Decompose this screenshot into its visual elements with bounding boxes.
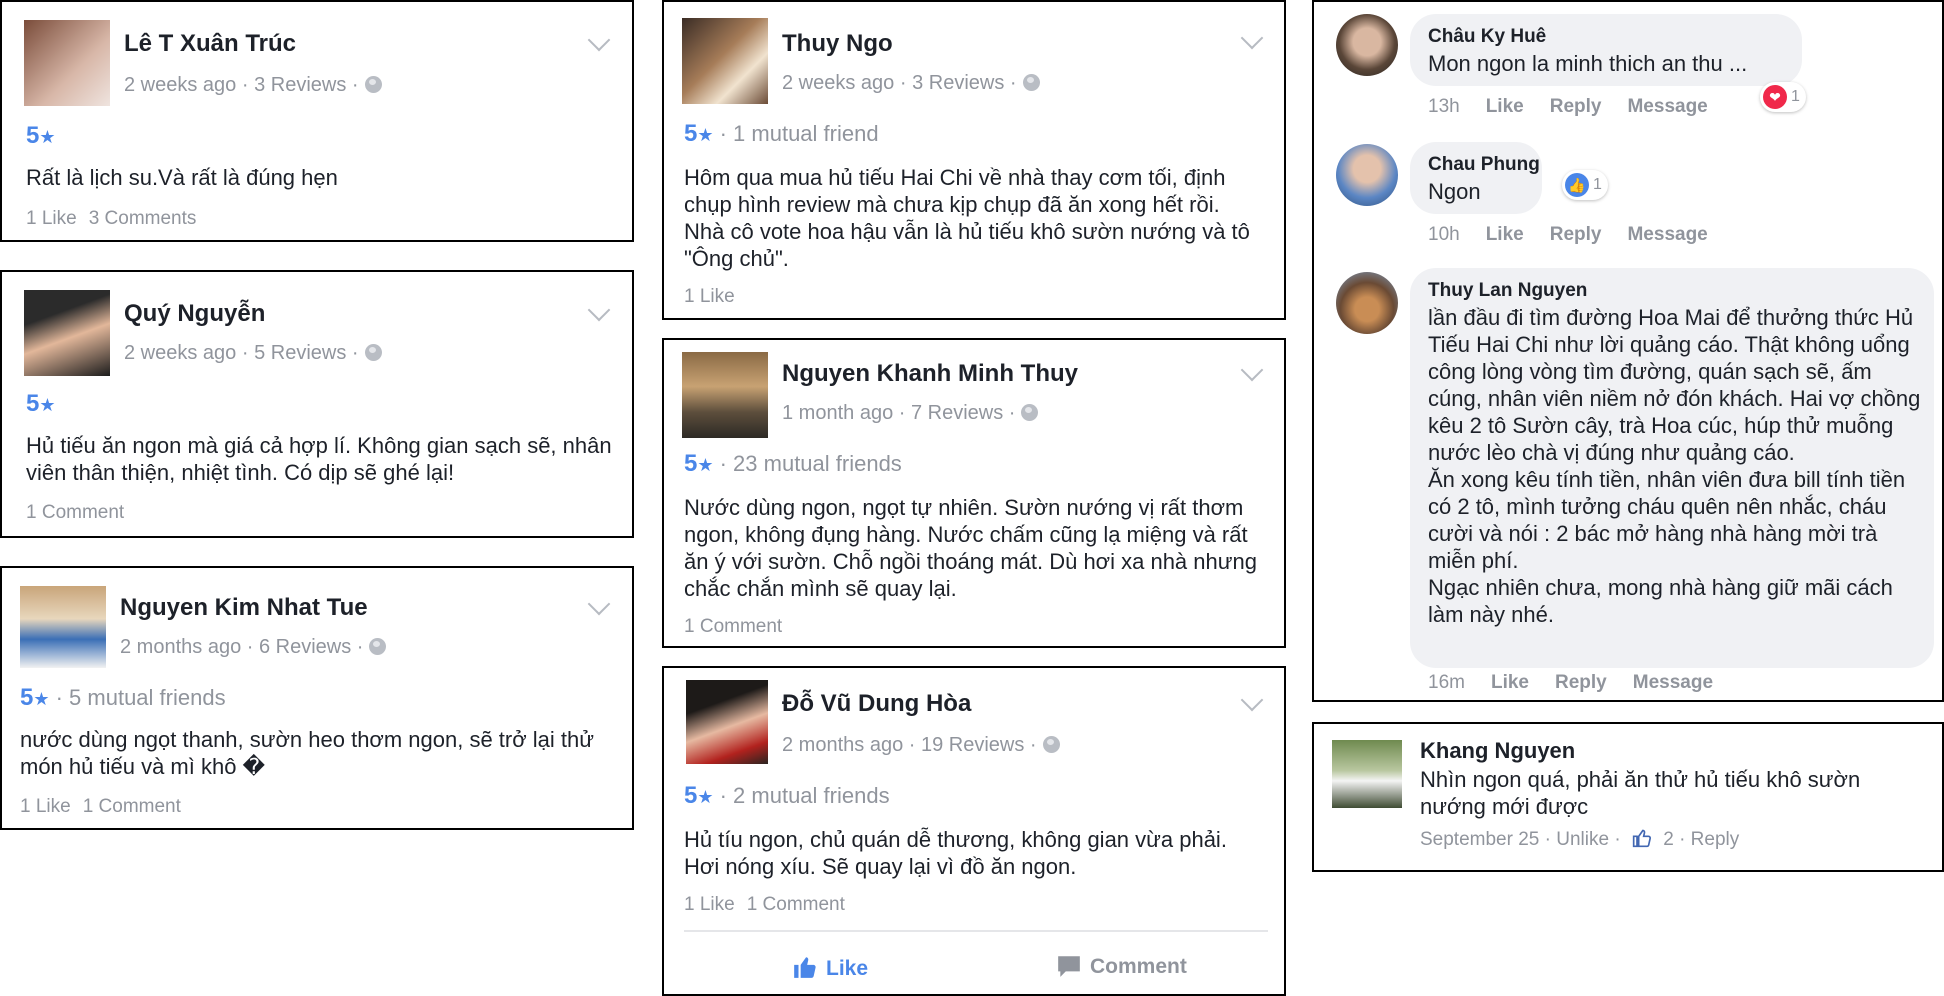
review-meta: 2 weeks ago · 5 Reviews · bbox=[124, 342, 382, 365]
chevron-down-icon[interactable] bbox=[587, 28, 611, 52]
comment-text: lần đầu đi tìm đường Hoa Mai để thưởng t… bbox=[1428, 305, 1921, 627]
reviewer-name[interactable]: Lê T Xuân Trúc bbox=[124, 30, 296, 58]
comment-text: Nhìn ngon quá, phải ăn thử hủ tiếu khô s… bbox=[1420, 767, 1861, 819]
comment-actions[interactable]: 13h Like Reply Message bbox=[1428, 96, 1734, 118]
review-card: Đỗ Vũ Dung Hòa 2 months ago · 19 Reviews… bbox=[662, 666, 1286, 996]
review-footer[interactable]: 1 Comment bbox=[684, 616, 782, 638]
rating: 5★ · 2 mutual friends bbox=[684, 782, 890, 809]
comment-card: Khang Nguyen Nhìn ngon quá, phải ăn thử … bbox=[1312, 722, 1944, 872]
reviewer-name[interactable]: Quý Nguyễn bbox=[124, 300, 265, 328]
divider bbox=[684, 930, 1268, 932]
commenter-name[interactable]: Thuy Lan Nguyen bbox=[1428, 280, 1587, 302]
review-meta: 2 weeks ago · 3 Reviews · bbox=[782, 72, 1040, 95]
thumbs-up-icon: 👍 bbox=[1565, 173, 1589, 197]
comment-actions[interactable]: 16m Like Reply Message bbox=[1428, 672, 1739, 694]
globe-icon bbox=[1022, 74, 1040, 91]
globe-icon bbox=[369, 638, 387, 655]
thumbs-up-icon bbox=[1632, 829, 1651, 848]
thumbs-up-icon bbox=[794, 957, 816, 978]
globe-icon bbox=[1021, 404, 1039, 421]
reaction-count[interactable]: ❤ 1 bbox=[1760, 82, 1806, 112]
avatar[interactable] bbox=[24, 290, 110, 376]
review-footer[interactable]: 1 Like bbox=[684, 286, 735, 308]
review-text: Hủ tiếu ăn ngon mà giá cả hợp lí. Không … bbox=[26, 433, 612, 485]
rating: 5★ · 23 mutual friends bbox=[684, 450, 902, 477]
rating: 5★ · 1 mutual friend bbox=[684, 120, 879, 147]
review-card: Thuy Ngo 2 weeks ago · 3 Reviews · 5★ · … bbox=[662, 0, 1286, 320]
review-card: Lê T Xuân Trúc 2 weeks ago · 3 Reviews ·… bbox=[0, 0, 634, 242]
avatar[interactable] bbox=[682, 352, 768, 438]
reviewer-name[interactable]: Nguyen Khanh Minh Thuy bbox=[782, 360, 1078, 388]
avatar[interactable] bbox=[1336, 14, 1398, 76]
chevron-down-icon[interactable] bbox=[1240, 26, 1264, 50]
chevron-down-icon[interactable] bbox=[587, 298, 611, 322]
globe-icon bbox=[364, 76, 382, 93]
heart-icon: ❤ bbox=[1763, 85, 1787, 109]
commenter-name[interactable]: Châu Ky Huê bbox=[1428, 26, 1546, 48]
comment-actions[interactable]: 10h Like Reply Message bbox=[1428, 224, 1734, 246]
review-footer[interactable]: 1 Like 1 Comment bbox=[20, 796, 181, 818]
avatar[interactable] bbox=[20, 586, 106, 668]
avatar[interactable] bbox=[1336, 144, 1398, 206]
reviewer-name[interactable]: Đỗ Vũ Dung Hòa bbox=[782, 690, 971, 718]
review-footer[interactable]: 1 Like 1 Comment bbox=[684, 894, 845, 916]
review-footer[interactable]: 1 Like 3 Comments bbox=[26, 208, 196, 230]
review-card: Nguyen Khanh Minh Thuy 1 month ago · 7 R… bbox=[662, 338, 1286, 648]
reviewer-name[interactable]: Thuy Ngo bbox=[782, 30, 893, 58]
commenter-name[interactable]: Chau Phung bbox=[1428, 154, 1540, 176]
review-card: Quý Nguyễn 2 weeks ago · 5 Reviews · 5★ … bbox=[0, 270, 634, 538]
rating: 5★ · 5 mutual friends bbox=[20, 684, 226, 711]
review-text: Hủ tíu ngon, chủ quán dễ thương, không g… bbox=[684, 827, 1227, 879]
reviewer-name[interactable]: Nguyen Kim Nhat Tue bbox=[120, 594, 368, 622]
avatar[interactable] bbox=[686, 680, 768, 764]
commenter-name[interactable]: Khang Nguyen bbox=[1420, 738, 1575, 764]
review-text: nước dùng ngọt thanh, sườn heo thơm ngon… bbox=[20, 727, 594, 779]
avatar[interactable] bbox=[1332, 740, 1402, 808]
comments-panel: Châu Ky Huê Mon ngon la minh thich an th… bbox=[1312, 0, 1944, 702]
comment-text: Ngon bbox=[1428, 179, 1481, 204]
review-text: Rất là lịch su.Và rất là đúng hẹn bbox=[26, 165, 338, 190]
reaction-count[interactable]: 👍 1 bbox=[1562, 170, 1608, 200]
avatar[interactable] bbox=[1336, 272, 1398, 334]
review-meta: 2 weeks ago · 3 Reviews · bbox=[124, 74, 382, 97]
comment-icon bbox=[1058, 956, 1080, 977]
globe-icon bbox=[1042, 736, 1060, 753]
comment-text: Mon ngon la minh thich an thu ... bbox=[1428, 51, 1748, 76]
review-meta: 2 months ago · 6 Reviews · bbox=[120, 636, 387, 659]
review-text: Nước dùng ngon, ngọt tự nhiên. Sườn nướn… bbox=[684, 495, 1257, 601]
comment-actions[interactable]: September 25 · Unlike · 2 · Reply bbox=[1420, 828, 1739, 851]
chevron-down-icon[interactable] bbox=[1240, 688, 1264, 712]
comment-button[interactable]: Comment bbox=[1056, 954, 1187, 979]
review-footer[interactable]: 1 Comment bbox=[26, 502, 124, 524]
review-card: Nguyen Kim Nhat Tue 2 months ago · 6 Rev… bbox=[0, 566, 634, 830]
review-meta: 2 months ago · 19 Reviews · bbox=[782, 734, 1060, 757]
globe-icon bbox=[364, 344, 382, 361]
review-text: Hôm qua mua hủ tiếu Hai Chi về nhà thay … bbox=[684, 165, 1250, 271]
review-meta: 1 month ago · 7 Reviews · bbox=[782, 402, 1039, 425]
chevron-down-icon[interactable] bbox=[1240, 358, 1264, 382]
avatar[interactable] bbox=[682, 18, 768, 104]
rating: 5★ bbox=[26, 122, 56, 149]
chevron-down-icon[interactable] bbox=[587, 592, 611, 616]
avatar[interactable] bbox=[24, 20, 110, 106]
like-button[interactable]: Like bbox=[792, 954, 868, 981]
rating: 5★ bbox=[26, 390, 56, 417]
